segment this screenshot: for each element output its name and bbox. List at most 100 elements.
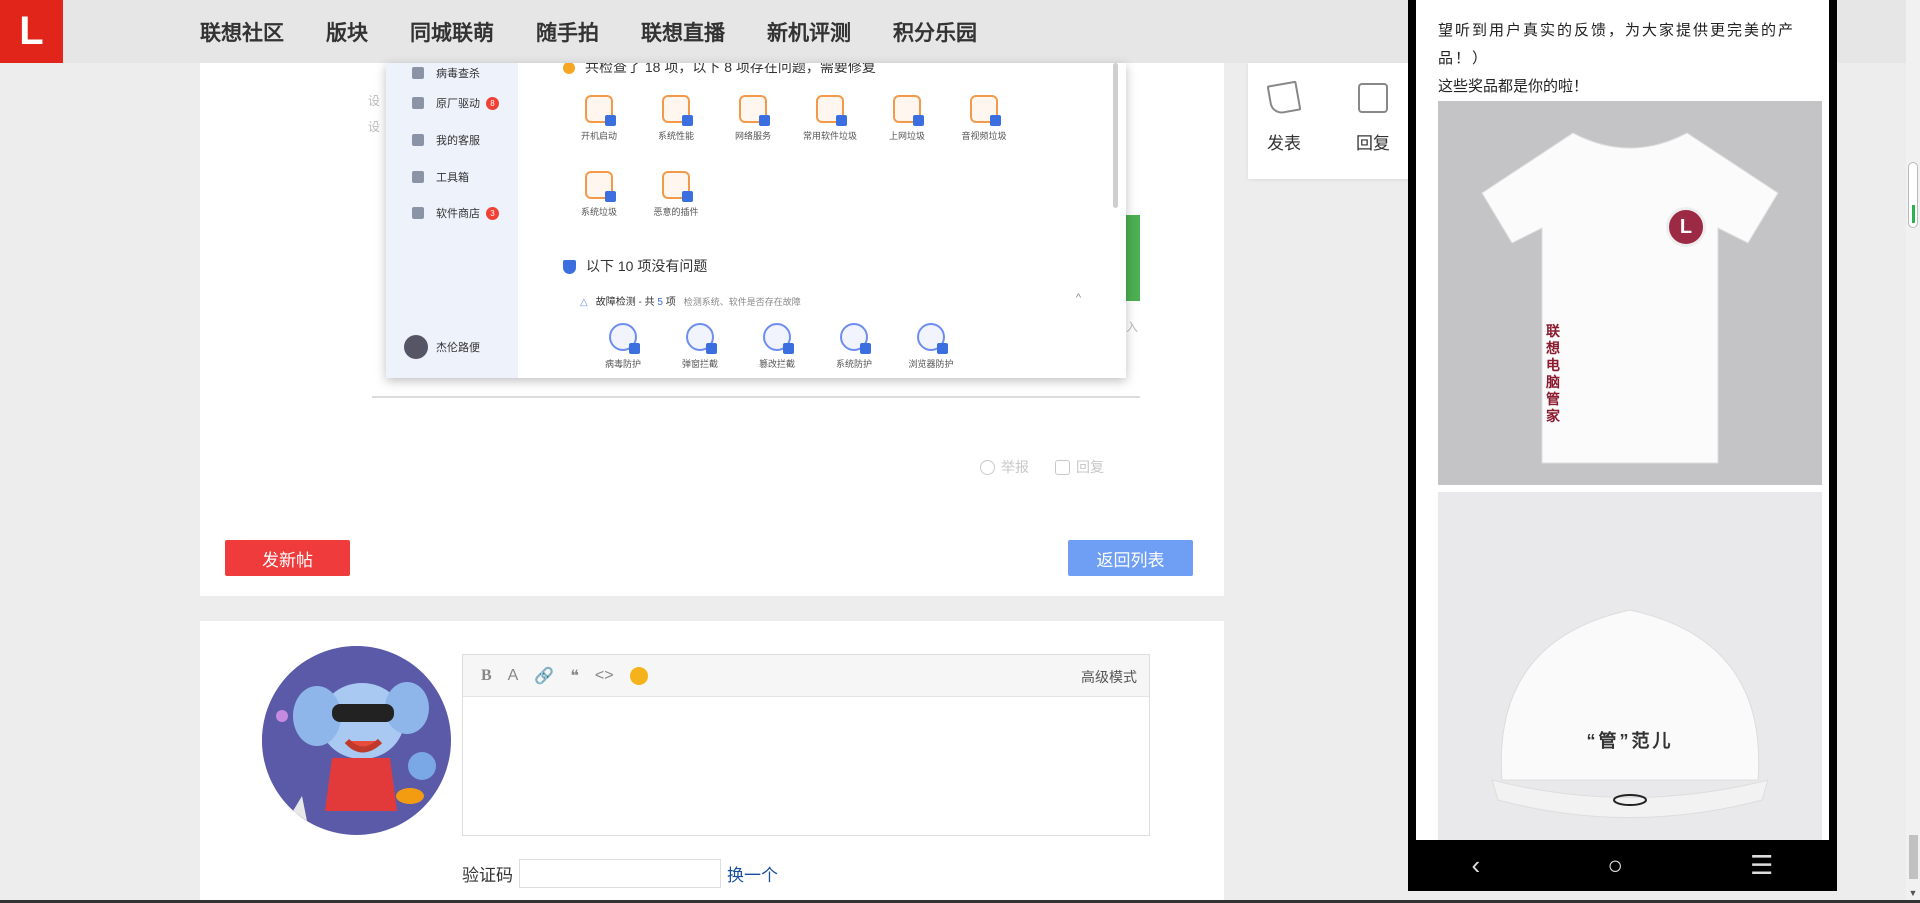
problem-tile: 上网垃圾: [872, 95, 942, 142]
font-color-icon[interactable]: A: [508, 667, 519, 685]
cap-text: “管”范儿: [1586, 731, 1674, 751]
phone-nav-bar: ‹ ○ ☰: [1408, 840, 1837, 891]
store-icon: [412, 207, 424, 219]
count-badge: 3: [486, 206, 499, 220]
fault-detect-line: △ 故障检测 - 共 5 项检测系统、软件是否存在故障: [580, 297, 801, 308]
screenshot-sidebar: 病毒查杀 原厂驱动 8 我的客服 工具箱 软件商店 3 杰伦路便: [386, 63, 518, 378]
tshirt-icon: [1481, 132, 1779, 464]
lenovo-logo[interactable]: L: [0, 0, 63, 63]
problem-tile: 恶意的插件: [641, 171, 711, 218]
screenshot-sidebar-item: 软件商店 3: [412, 205, 499, 221]
popup-icon: [686, 323, 717, 354]
service-icon: [412, 134, 424, 146]
speaker-icon: [970, 95, 1001, 126]
reply-link[interactable]: 回复: [1076, 457, 1104, 477]
screenshot-sidebar-item: 原厂驱动 8: [412, 95, 499, 111]
elephant-mascot-icon: [262, 646, 450, 834]
editor-toolbar: B A 🔗 ❝ <> 高级模式: [463, 655, 1149, 697]
user-avatar: [262, 646, 451, 835]
shield-icon: [563, 260, 576, 275]
back-to-list-button[interactable]: 返回列表: [1068, 540, 1193, 576]
nav-item-live[interactable]: 联想直播: [641, 17, 725, 47]
ok-tile: 弹窗拦截: [665, 323, 735, 370]
screenshot-sidebar-item: 病毒查杀: [412, 65, 480, 81]
count-badge: 8: [486, 96, 499, 110]
link-icon[interactable]: 🔗: [534, 666, 554, 686]
screenshot-scrollbar: [1113, 63, 1118, 208]
nav-item-local[interactable]: 同城联萌: [410, 17, 494, 47]
new-post-button[interactable]: 发新帖: [225, 540, 350, 576]
virus-icon: [412, 67, 424, 79]
toolbox-icon: [412, 171, 424, 183]
browser-icon: [917, 323, 948, 354]
divider: [372, 396, 1140, 398]
nav-item-forums[interactable]: 版块: [326, 17, 368, 47]
report-icon[interactable]: [980, 459, 995, 475]
driver-icon: [412, 97, 424, 109]
problem-tile: 网络服务: [718, 95, 788, 142]
plugin-icon: [662, 171, 693, 202]
captcha-label: 验证码: [462, 866, 513, 885]
laptop-icon: [893, 95, 924, 126]
side-indicator[interactable]: [1908, 162, 1918, 228]
floating-action-box: 发表 回复: [1248, 63, 1418, 179]
cap-icon: [1491, 609, 1769, 818]
disk-icon: [585, 171, 616, 202]
reply-action[interactable]: 回复: [1343, 83, 1403, 154]
system-shield-icon: [840, 323, 871, 354]
power-icon: [585, 95, 616, 126]
quote-icon[interactable]: ❝: [570, 666, 579, 686]
reply-label: 回复: [1356, 134, 1390, 153]
home-icon[interactable]: ○: [1607, 850, 1623, 881]
faded-text: 设: [368, 94, 381, 108]
screenshot-sidebar-item: 工具箱: [412, 169, 469, 185]
reply-panel: B A 🔗 ❝ <> 高级模式 验证码 换一个: [200, 621, 1224, 903]
problem-tile: 开机启动: [564, 95, 634, 142]
faded-text: 入: [1126, 320, 1139, 334]
code-icon[interactable]: <>: [595, 667, 614, 685]
warning-icon: [563, 63, 575, 75]
chevron-up-icon: ^: [1075, 292, 1081, 304]
ok-tile: 浏览器防护: [896, 323, 966, 370]
comment-icon[interactable]: [1055, 459, 1070, 475]
phone-text: 望听到用户真实的反馈，为大家提供更完美的产品！）: [1438, 22, 1796, 67]
captcha-refresh-link[interactable]: 换一个: [727, 861, 778, 886]
link-icon: [763, 323, 794, 354]
gear-icon: [662, 95, 693, 126]
phone-text: 这些奖品都是你的啦！: [1438, 78, 1589, 95]
virus-shield-icon: [609, 323, 640, 354]
ok-tile: 病毒防护: [588, 323, 658, 370]
alert-triangle-icon: △: [580, 297, 588, 308]
menu-icon[interactable]: ☰: [1750, 850, 1773, 881]
comment-icon: [1358, 83, 1388, 113]
main-nav: 联想社区 版块 同城联萌 随手拍 联想直播 新机评测 积分乐园: [200, 0, 1019, 63]
screenshot-sidebar-item: 我的客服: [412, 132, 480, 148]
advanced-mode-link[interactable]: 高级模式: [1081, 667, 1137, 687]
captcha-input[interactable]: [519, 859, 721, 888]
avatar: [404, 335, 428, 359]
scrollbar-thumb[interactable]: [1909, 835, 1918, 879]
faded-text: 设: [368, 120, 381, 134]
nav-item-points[interactable]: 积分乐园: [893, 17, 977, 47]
problem-tile: 系统垃圾: [564, 171, 634, 218]
brand-logo-icon: L: [1666, 207, 1706, 247]
publish-label: 发表: [1267, 134, 1301, 153]
nav-item-snapshot[interactable]: 随手拍: [536, 17, 599, 47]
pen-icon: [1266, 80, 1302, 116]
bold-icon[interactable]: B: [481, 667, 492, 685]
post-button-bar: 发新帖 返回列表: [200, 518, 1224, 596]
phone-overlay: 望听到用户真实的反馈，为大家提供更完美的产品！） 这些奖品都是你的啦！ L 联想…: [1408, 0, 1837, 891]
screenshot-user: 杰伦路便: [404, 335, 480, 359]
emoji-icon[interactable]: [629, 666, 648, 685]
captcha-row: 验证码 换一个: [462, 859, 778, 888]
back-icon[interactable]: ‹: [1472, 850, 1481, 881]
globe-icon: [739, 95, 770, 126]
nav-item-review[interactable]: 新机评测: [767, 17, 851, 47]
publish-action[interactable]: 发表: [1254, 80, 1314, 154]
problem-tile: 音视频垃圾: [949, 95, 1019, 142]
nav-item-community[interactable]: 联想社区: [200, 17, 284, 47]
report-link[interactable]: 举报: [1001, 457, 1029, 477]
page-scrollbar[interactable]: [1906, 0, 1920, 903]
reply-textarea[interactable]: [463, 697, 1149, 835]
phone-screen: 望听到用户真实的反馈，为大家提供更完美的产品！） 这些奖品都是你的啦！ L 联想…: [1416, 0, 1829, 840]
